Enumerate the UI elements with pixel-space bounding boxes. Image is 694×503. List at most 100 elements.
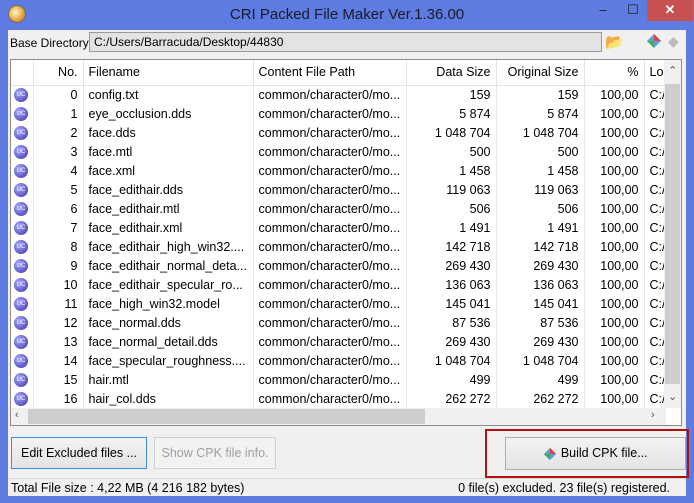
row-icon-cell: UC <box>11 313 34 332</box>
vertical-scrollbar[interactable]: ⌃ ⌄ <box>664 60 681 408</box>
cell: 262 272 <box>496 389 585 408</box>
cell: face_edithair_specular_ro... <box>83 275 254 294</box>
cell: 5 <box>33 180 84 199</box>
disabled-diamond-icon: ◆ <box>668 33 679 49</box>
table-row[interactable]: UC 7 face_edithair.xml common/character0/mo… <box>11 218 667 237</box>
cell: 1 048 704 <box>496 351 585 370</box>
cell: 100,00 <box>584 199 645 218</box>
cell: common/character0/mo... <box>253 237 407 256</box>
row-icon-cell: UC <box>11 161 34 180</box>
column-header[interactable] <box>11 60 34 86</box>
column-header[interactable]: Filename <box>83 60 254 86</box>
cell: common/character0/mo... <box>253 256 407 275</box>
row-icon-cell: UC <box>11 104 34 123</box>
cell: hair.mtl <box>83 370 254 389</box>
cpk-file-icon: UC <box>14 277 28 292</box>
cell: 262 272 <box>406 389 497 408</box>
cell: common/character0/mo... <box>253 199 407 218</box>
cell: 1 491 <box>496 218 585 237</box>
cell: face_edithair.dds <box>83 180 254 199</box>
minimize-button[interactable]: ‒ <box>590 0 616 21</box>
cell: 9 <box>33 256 84 275</box>
cell: 100,00 <box>584 275 645 294</box>
cell: C:/U <box>644 199 667 218</box>
cell: common/character0/mo... <box>253 332 407 351</box>
scroll-up-icon[interactable]: ⌃ <box>668 64 677 77</box>
table-row[interactable]: UC 1 eye_occlusion.dds common/character0/mo… <box>11 104 667 123</box>
scroll-down-icon[interactable]: ⌄ <box>668 390 677 403</box>
cpk-file-icon: UC <box>14 353 28 368</box>
cell: 100,00 <box>584 123 645 142</box>
column-header[interactable]: Original Size <box>496 60 585 86</box>
cell: C:/U <box>644 180 667 199</box>
cpk-file-icon: UC <box>14 258 28 273</box>
cell: 506 <box>496 199 585 218</box>
cell: common/character0/mo... <box>253 370 407 389</box>
table-row[interactable]: UC 14 face_specular_roughness.... common/ch… <box>11 351 667 370</box>
horizontal-scrollbar[interactable]: ‹ › <box>11 408 666 425</box>
cell: 145 041 <box>496 294 585 313</box>
table-row[interactable]: UC 10 face_edithair_specular_ro... common/c… <box>11 275 667 294</box>
row-icon-cell: UC <box>11 389 34 408</box>
maximize-button[interactable]: ☐ <box>620 0 646 21</box>
table-row[interactable]: UC 15 hair.mtl common/character0/mo... 499 49… <box>11 370 667 389</box>
row-icon-cell: UC <box>11 275 34 294</box>
show-cpk-info-button[interactable]: Show CPK file info. <box>154 437 276 469</box>
vertical-scroll-thumb[interactable] <box>665 84 680 384</box>
table-row[interactable]: UC 11 face_high_win32.model common/characte… <box>11 294 667 313</box>
base-directory-field[interactable]: C:/Users/Barracuda/Desktop/44830 <box>89 32 602 52</box>
cell: C:/U <box>644 123 667 142</box>
horizontal-scroll-thumb[interactable] <box>28 409 425 424</box>
table-row[interactable]: UC 2 face.dds common/character0/mo... 1 048 … <box>11 123 667 142</box>
table-row[interactable]: UC 16 hair_col.dds common/character0/mo... 2… <box>11 389 667 408</box>
build-cpk-button[interactable]: Build CPK file... <box>505 437 686 470</box>
table-row[interactable]: UC 13 face_normal_detail.dds common/charact… <box>11 332 667 351</box>
cell: hair_col.dds <box>83 389 254 408</box>
cell: 136 063 <box>496 275 585 294</box>
scroll-left-icon[interactable]: ‹ <box>15 409 19 421</box>
cell: 119 063 <box>406 180 497 199</box>
table-row[interactable]: UC 0 config.txt common/character0/mo... 159 1… <box>11 85 667 104</box>
table-row[interactable]: UC 4 face.xml common/character0/mo... 1 458 1… <box>11 161 667 180</box>
table-row[interactable]: UC 5 face_edithair.dds common/character0/mo… <box>11 180 667 199</box>
cell: 100,00 <box>584 294 645 313</box>
main-client: Base Directory C:/Users/Barracuda/Deskto… <box>8 30 689 496</box>
column-header[interactable]: % <box>584 60 645 86</box>
table-row[interactable]: UC 3 face.mtl common/character0/mo... 500 500… <box>11 142 667 161</box>
row-icon-cell: UC <box>11 180 34 199</box>
cell: 100,00 <box>584 237 645 256</box>
cpk-file-icon: UC <box>14 334 28 349</box>
close-button[interactable]: ✕ <box>647 0 693 21</box>
cell: 14 <box>33 351 84 370</box>
column-header[interactable]: Data Size <box>406 60 497 86</box>
cell: 100,00 <box>584 313 645 332</box>
cell: 87 536 <box>496 313 585 332</box>
column-header[interactable]: Loc <box>644 60 667 86</box>
scroll-right-icon[interactable]: › <box>651 409 655 421</box>
table-row[interactable]: UC 6 face_edithair.mtl common/character0/mo… <box>11 199 667 218</box>
edit-excluded-files-button[interactable]: Edit Excluded files ... <box>11 437 147 469</box>
column-header[interactable]: Content File Path <box>253 60 407 86</box>
cell: 100,00 <box>584 85 645 104</box>
row-icon-cell: UC <box>11 237 34 256</box>
cell: face.mtl <box>83 142 254 161</box>
cell: common/character0/mo... <box>253 351 407 370</box>
cell: 16 <box>33 389 84 408</box>
cell: C:/U <box>644 351 667 370</box>
cpk-diamond-icon[interactable] <box>646 33 662 49</box>
cell: 1 458 <box>496 161 585 180</box>
cell: 5 874 <box>496 104 585 123</box>
cell: 4 <box>33 161 84 180</box>
table-row[interactable]: UC 12 face_normal.dds common/character0/mo.… <box>11 313 667 332</box>
cell: 3 <box>33 142 84 161</box>
cell: 2 <box>33 123 84 142</box>
table-row[interactable]: UC 8 face_edithair_high_win32.... common/ch… <box>11 237 667 256</box>
cpk-file-icon: UC <box>14 125 28 140</box>
column-header[interactable]: No. <box>33 60 84 86</box>
cell: 13 <box>33 332 84 351</box>
cell: common/character0/mo... <box>253 275 407 294</box>
table-row[interactable]: UC 9 face_edithair_normal_deta... common/ch… <box>11 256 667 275</box>
cpk-file-icon: UC <box>14 106 28 121</box>
open-folder-icon[interactable]: 📂 <box>605 33 624 51</box>
cell: common/character0/mo... <box>253 123 407 142</box>
